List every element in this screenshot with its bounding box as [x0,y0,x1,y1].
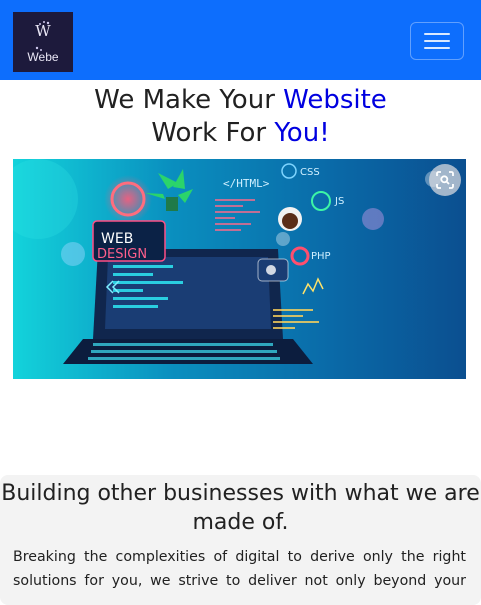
hamburger-icon [424,33,450,49]
brand-logo[interactable]: W Webe [13,12,73,72]
web-design-badge: WEB DESIGN [92,220,166,262]
hero-title-accent-you: You! [274,118,330,148]
php-tag-label: PHP [311,251,331,262]
hero-title: We Make Your Website Work For You! [0,84,481,150]
hero-illustration: WEB DESIGN </HTML> CSS JS PHP [13,159,466,379]
navbar: W Webe [0,0,481,80]
html-tag-label: </HTML> [223,177,270,190]
hero-title-text-2: Work For [151,118,275,148]
section-body: Breaking the complexities of digital to … [13,549,466,589]
badge-web-label: WEB [101,231,133,247]
visual-search-icon [436,171,454,189]
logo-mark: W [35,22,51,40]
section-title: Building other businesses with what we a… [1,481,480,535]
menu-toggle-button[interactable] [410,22,464,60]
logo-text: Webe [27,50,59,64]
hero-title-text-1: We Make Your [94,85,284,115]
html-tag: </HTML> [223,177,270,190]
css-tag-label: CSS [300,167,320,178]
badge-design-label: DESIGN [97,247,147,262]
hero-title-accent-website: Website [283,85,387,115]
visual-search-button[interactable] [429,164,461,196]
web-design-illustration: WEB DESIGN </HTML> CSS JS PHP [13,159,466,379]
js-tag-label: JS [334,196,344,207]
